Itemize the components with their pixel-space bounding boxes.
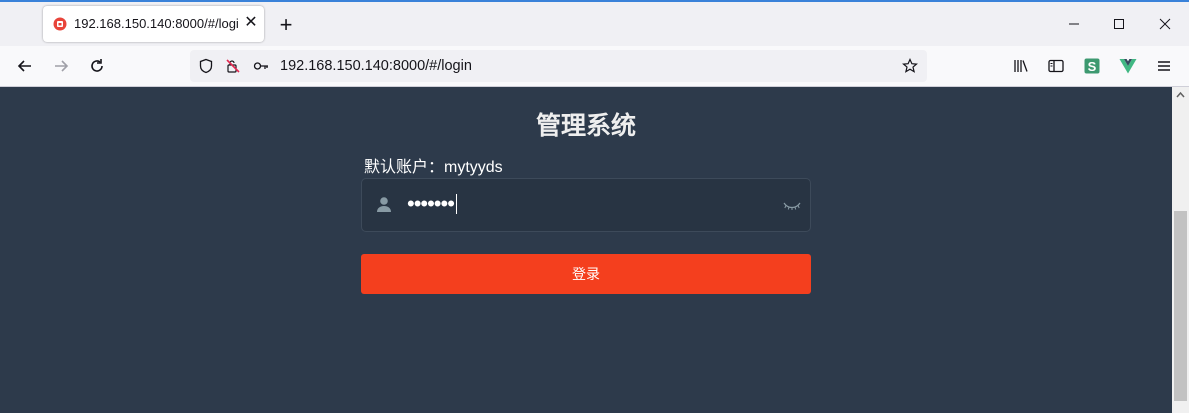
extension-s-icon[interactable]: S (1082, 56, 1102, 76)
text-caret (455, 194, 457, 214)
reload-icon[interactable] (87, 56, 107, 76)
tab-close-icon[interactable]: ✕ (242, 14, 260, 32)
url-bar[interactable]: 192.168.150.140:8000/#/login (190, 50, 927, 82)
app-favicon-icon (53, 17, 67, 31)
shield-icon[interactable] (198, 58, 214, 74)
vue-devtools-icon[interactable] (1118, 56, 1138, 76)
vertical-scrollbar[interactable] (1172, 87, 1189, 413)
page-title: 管理系统 (535, 112, 636, 140)
maximize-icon[interactable] (1107, 14, 1131, 34)
navigation-toolbar: 192.168.150.140:8000/#/login S (0, 46, 1189, 87)
url-text[interactable]: 192.168.150.140:8000/#/login (280, 58, 472, 74)
tab-title: 192.168.150.140:8000/#/login (74, 16, 239, 31)
eye-closed-icon[interactable] (783, 201, 801, 210)
default-account-hint: 默认账户：mytyyds (364, 159, 503, 176)
blocked-permission-icon[interactable] (225, 58, 241, 74)
library-icon[interactable] (1011, 56, 1031, 76)
password-field[interactable]: ••••••• (361, 178, 811, 232)
password-input[interactable]: ••••••• (407, 190, 457, 218)
forward-icon[interactable] (51, 56, 71, 76)
login-button[interactable]: 登录 (361, 254, 811, 294)
password-dots: ••••••• (407, 191, 455, 216)
key-icon[interactable] (253, 58, 269, 74)
menu-icon[interactable] (1154, 56, 1174, 76)
svg-text:S: S (1088, 59, 1097, 74)
sidebar-icon[interactable] (1046, 56, 1066, 76)
window-close-icon[interactable] (1153, 14, 1177, 34)
bookmark-star-icon[interactable] (902, 58, 918, 74)
scroll-up-icon[interactable] (1176, 91, 1185, 98)
browser-tab[interactable]: 192.168.150.140:8000/#/login ✕ (43, 6, 264, 42)
user-icon (377, 197, 391, 212)
back-icon[interactable] (15, 56, 35, 76)
scrollbar-thumb[interactable] (1174, 211, 1187, 401)
tab-bar: 192.168.150.140:8000/#/login ✕ + (0, 2, 1189, 46)
new-tab-plus-icon[interactable]: + (276, 14, 296, 36)
minimize-icon[interactable] (1062, 14, 1086, 34)
